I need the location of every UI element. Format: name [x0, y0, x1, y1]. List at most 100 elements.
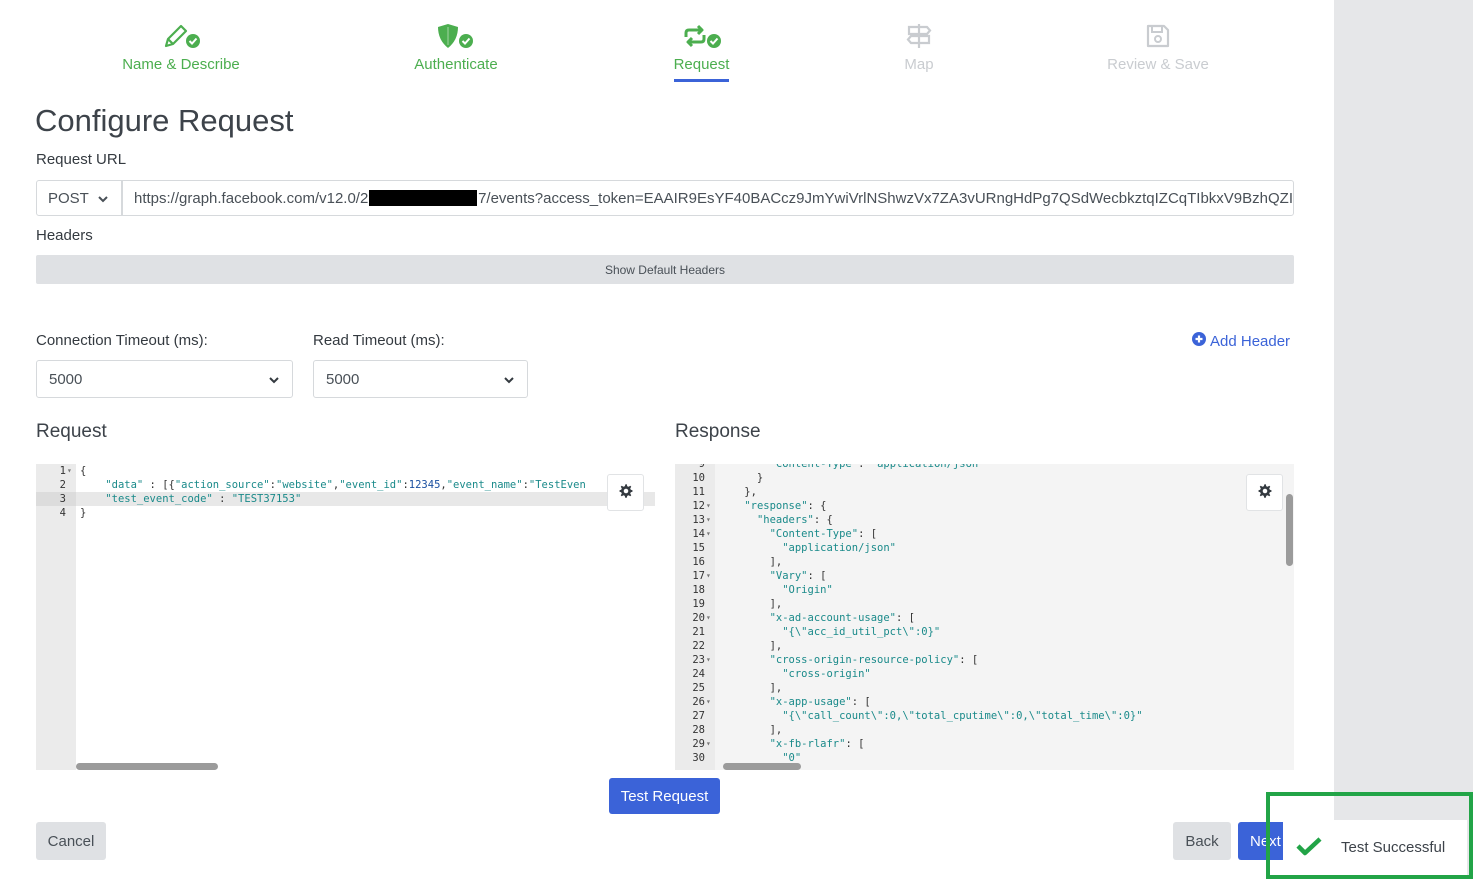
code-text: ], — [719, 598, 783, 610]
fold-arrow-icon[interactable]: ▾ — [706, 611, 711, 625]
editor-line: 2 "data" : [{"action_source":"website","… — [36, 478, 655, 492]
request-editor-settings-button[interactable] — [607, 474, 644, 511]
response-section-title: Response — [675, 421, 761, 442]
step-request[interactable]: Request — [664, 20, 739, 82]
request-section-title: Request — [36, 421, 107, 442]
fold-arrow-icon[interactable]: ▾ — [706, 569, 711, 583]
editor-line: 13 ▾ "headers": { — [675, 513, 1294, 527]
wizard-page: Name & Describe Authenticate Request Map… — [0, 0, 1334, 879]
code-text: "{\"acc_id_util_pct\":0}" — [782, 626, 941, 638]
toast-highlight-frame — [1266, 792, 1473, 879]
line-number: 13 — [692, 514, 705, 526]
response-editor-settings-button[interactable] — [1246, 474, 1283, 511]
fold-arrow-icon[interactable]: ▾ — [706, 737, 711, 751]
read-timeout-value: 5000 — [326, 370, 360, 388]
fold-arrow-icon[interactable]: ▾ — [706, 513, 711, 527]
code-text: "Content-Type": "application/json" — [769, 464, 985, 470]
editor-line: 25 ], — [675, 681, 1294, 695]
code-text: ], — [719, 640, 783, 652]
step-label: Authenticate — [414, 56, 498, 73]
line-number: 29 — [692, 738, 705, 750]
code-text: } — [719, 472, 764, 484]
request-url-input[interactable]: https://graph.facebook.com/v12.0/2 7/even… — [122, 180, 1294, 216]
fold-arrow-icon[interactable]: ▾ — [706, 653, 711, 667]
editor-line: 29 ▾ "x-fb-rlafr": [ — [675, 737, 1294, 751]
step-name-describe[interactable]: Name & Describe — [118, 20, 244, 73]
add-header-link[interactable]: Add Header — [1192, 332, 1290, 350]
code-text: "application/json" — [782, 542, 897, 554]
http-method-select[interactable]: POST — [36, 180, 122, 216]
line-number: 23 — [692, 654, 705, 666]
line-number: 27 — [692, 710, 705, 722]
line-number: 28 — [692, 724, 705, 736]
fold-arrow-icon[interactable]: ▾ — [706, 499, 711, 513]
editor-line: 26 ▾ "x-app-usage": [ — [675, 695, 1294, 709]
code-text: "cross-origin" — [782, 668, 871, 680]
editor-line: 1 ▾ { — [36, 464, 655, 478]
line-number: 19 — [692, 598, 705, 610]
code-text: "x-ad-account-usage": [ — [769, 612, 915, 624]
active-step-indicator — [674, 79, 729, 82]
show-default-headers-button[interactable]: Show Default Headers — [36, 255, 1294, 284]
line-number: 22 — [692, 640, 705, 652]
test-request-button[interactable]: Test Request — [609, 778, 720, 814]
line-number: 18 — [692, 584, 705, 596]
editor-line: 22 ], — [675, 639, 1294, 653]
line-number: 17 — [692, 570, 705, 582]
request-url-label: Request URL — [36, 151, 127, 168]
cancel-button[interactable]: Cancel — [36, 822, 106, 860]
line-number: 25 — [692, 682, 705, 694]
step-review-save[interactable]: Review & Save — [1103, 20, 1213, 73]
step-authenticate[interactable]: Authenticate — [405, 20, 507, 73]
headers-label: Headers — [36, 227, 93, 244]
line-number: 11 — [692, 486, 705, 498]
connection-timeout-select[interactable]: 5000 — [36, 360, 293, 398]
request-code-editor[interactable]: 1 ▾ {2 "data" : [{"action_source":"website… — [36, 464, 655, 770]
editor-line: 18 "Origin" — [675, 583, 1294, 597]
editor-line: 20 ▾ "x-ad-account-usage": [ — [675, 611, 1294, 625]
editor-line: 15 "application/json" — [675, 541, 1294, 555]
vertical-scrollbar[interactable] — [1286, 494, 1293, 566]
horizontal-scrollbar[interactable] — [723, 763, 801, 770]
response-code-editor[interactable]: 9 "Content-Type": "application/json" 10 }… — [675, 464, 1294, 770]
chevron-down-icon — [97, 192, 109, 209]
line-number: 4 — [59, 507, 66, 519]
editor-line: 23 ▾ "cross-origin-resource-policy": [ — [675, 653, 1294, 667]
chevron-down-icon — [503, 373, 515, 390]
read-timeout-label: Read Timeout (ms): — [313, 332, 445, 349]
redacted-block — [369, 190, 478, 206]
line-number: 24 — [692, 668, 705, 680]
back-button[interactable]: Back — [1173, 822, 1231, 860]
fold-arrow-icon[interactable]: ▾ — [706, 695, 711, 709]
code-text: "x-fb-rlafr": [ — [769, 738, 865, 750]
editor-line: 24 "cross-origin" — [675, 667, 1294, 681]
floppy-disk-icon — [1103, 20, 1213, 52]
connection-timeout-label: Connection Timeout (ms): — [36, 332, 208, 349]
horizontal-scrollbar[interactable] — [76, 763, 218, 770]
step-label: Name & Describe — [122, 56, 240, 73]
step-map[interactable]: Map — [889, 20, 949, 73]
code-text: ], — [719, 556, 783, 568]
code-text: }, — [719, 486, 757, 498]
line-number: 1 — [59, 465, 66, 477]
line-number: 9 — [698, 464, 705, 470]
editor-line: 16 ], — [675, 555, 1294, 569]
gear-icon — [1258, 484, 1272, 501]
chevron-down-icon — [268, 373, 280, 390]
code-text: "headers": { — [756, 514, 833, 526]
editor-line: 4} — [36, 506, 655, 520]
code-text: ], — [719, 682, 783, 694]
code-text: "Origin" — [782, 584, 833, 596]
line-number: 3 — [59, 493, 66, 505]
editor-line: 14 ▾ "Content-Type": [ — [675, 527, 1294, 541]
code-text: "x-app-usage": [ — [769, 696, 871, 708]
fold-arrow-icon[interactable]: ▾ — [706, 527, 711, 541]
http-method-value: POST — [48, 189, 89, 207]
gear-icon — [619, 484, 633, 501]
editor-line: 21 "{\"acc_id_util_pct\":0}" — [675, 625, 1294, 639]
read-timeout-select[interactable]: 5000 — [313, 360, 528, 398]
editor-line: 17 ▾ "Vary": [ — [675, 569, 1294, 583]
fold-arrow-icon[interactable]: ▾ — [67, 464, 72, 478]
code-text: } — [80, 507, 87, 519]
code-text: ], — [719, 724, 783, 736]
